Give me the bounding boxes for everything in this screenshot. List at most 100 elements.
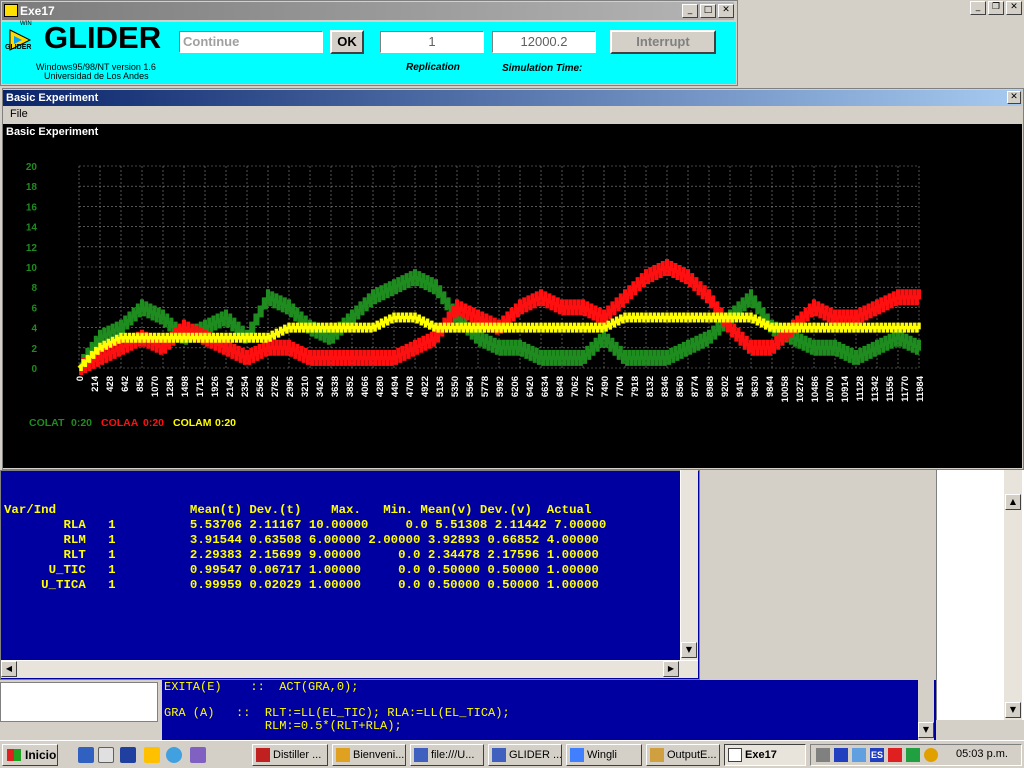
code-editor[interactable]: EXITA(E) :: ACT(GRA,0); GRA (A) :: RLT:=L… bbox=[164, 681, 510, 733]
antivirus-icon[interactable] bbox=[888, 748, 902, 762]
x-tick-label: 8346 bbox=[660, 376, 671, 397]
media-icon[interactable] bbox=[144, 747, 160, 763]
task-bienvenido[interactable]: Bienveni... bbox=[332, 744, 406, 766]
statistics-row: RLM 1 3.91544 0.63508 6.00000 2.00000 3.… bbox=[4, 533, 599, 547]
y-tick-label: 10 bbox=[26, 263, 38, 274]
network-icon[interactable] bbox=[852, 748, 866, 762]
minimize-button[interactable]: _ bbox=[970, 1, 986, 15]
task-distiller[interactable]: Distiller ... bbox=[252, 744, 328, 766]
replication-field: 1 bbox=[380, 31, 484, 53]
legend-label: COLAA bbox=[101, 417, 139, 429]
scroll-down-icon[interactable]: ▼ bbox=[1005, 702, 1021, 718]
y-tick-label: 2 bbox=[31, 344, 37, 355]
x-tick-label: 9416 bbox=[735, 376, 746, 397]
x-tick-label: 5778 bbox=[480, 376, 491, 397]
x-tick-label: 9202 bbox=[720, 376, 731, 397]
experiment-close-button[interactable]: ✕ bbox=[1007, 91, 1021, 104]
experiment-window-title: Basic Experiment bbox=[6, 92, 99, 104]
x-tick-label: 10486 bbox=[810, 376, 821, 402]
task-label: Distiller ... bbox=[273, 749, 322, 761]
task-glider[interactable]: GLIDER ... bbox=[488, 744, 562, 766]
scroll-down-icon[interactable]: ▼ bbox=[918, 722, 934, 738]
menu-file[interactable]: File bbox=[10, 108, 28, 120]
scroll-up-icon[interactable]: ▲ bbox=[1005, 494, 1021, 510]
close-button[interactable]: ✕ bbox=[1006, 1, 1022, 15]
statistics-table: Var/Ind Mean(t) Dev.(t) Max. Min. Mean(v… bbox=[4, 503, 684, 593]
continue-field[interactable]: Continue bbox=[179, 31, 323, 53]
task-label: Bienveni... bbox=[353, 749, 405, 761]
x-tick-label: 5136 bbox=[435, 376, 446, 397]
x-tick-label: 6634 bbox=[540, 375, 551, 397]
x-tick-label: 10058 bbox=[780, 376, 791, 402]
statistics-header: Var/Ind Mean(t) Dev.(t) Max. Min. Mean(v… bbox=[4, 503, 592, 517]
glider-minimize-button[interactable]: _ bbox=[682, 4, 698, 18]
background-scrollbar[interactable]: ▲ ▼ bbox=[1004, 470, 1022, 720]
x-tick-label: 2568 bbox=[255, 376, 266, 397]
desktop-icon[interactable] bbox=[98, 747, 114, 763]
x-tick-label: 428 bbox=[105, 376, 116, 392]
code-line: RLM:=0.5*(RLT+RLA); bbox=[164, 719, 402, 733]
y-tick-label: 8 bbox=[31, 283, 37, 294]
start-button[interactable]: Inicio bbox=[2, 744, 58, 766]
ok-button[interactable]: OK bbox=[330, 30, 364, 54]
y-tick-label: 14 bbox=[26, 223, 38, 234]
series-line-colaa bbox=[78, 259, 921, 375]
glider-quick-icon[interactable] bbox=[120, 747, 136, 763]
scroll-left-icon[interactable]: ◀ bbox=[1, 661, 17, 677]
simulation-time-label: Simulation Time: bbox=[502, 63, 583, 74]
glider-title-bar[interactable]: Exe17 bbox=[2, 2, 734, 20]
task-label: Wingli bbox=[587, 749, 617, 761]
x-tick-label: 6848 bbox=[555, 376, 566, 397]
task-exe17[interactable]: Exe17 bbox=[724, 744, 806, 766]
x-tick-label: 642 bbox=[120, 376, 131, 392]
acrobat-icon bbox=[256, 748, 270, 762]
interrupt-button[interactable]: Interrupt bbox=[610, 30, 716, 54]
task-file[interactable]: file:///U... bbox=[410, 744, 484, 766]
x-tick-label: 6420 bbox=[525, 376, 536, 397]
x-tick-label: 11770 bbox=[900, 376, 911, 402]
messenger-icon[interactable] bbox=[924, 748, 938, 762]
scroll-down-icon[interactable]: ▼ bbox=[681, 642, 697, 658]
experiment-title-bar[interactable]: Basic Experiment bbox=[3, 90, 1022, 106]
code-vertical-scrollbar[interactable]: ▼ bbox=[918, 470, 934, 740]
x-tick-label: 11128 bbox=[855, 376, 866, 401]
legend-label: COLAT bbox=[29, 417, 65, 429]
glider-window-title: Exe17 bbox=[20, 4, 55, 18]
experiment-chart: 0 2 4 6 8 10 12 14 16 18 20 0 214 428 642 856 1070 1284 14… bbox=[26, 162, 926, 429]
output-horizontal-scrollbar[interactable]: ◀ ▶ bbox=[1, 660, 698, 678]
scroll-right-icon[interactable]: ▶ bbox=[663, 661, 679, 677]
glider-icon bbox=[492, 748, 506, 762]
tools-icon[interactable] bbox=[190, 747, 206, 763]
start-label: Inicio bbox=[25, 748, 57, 762]
legend-label: COLAM bbox=[173, 417, 212, 429]
restore-button[interactable]: ❐ bbox=[988, 1, 1004, 15]
volume-icon[interactable] bbox=[816, 748, 830, 762]
ie-icon[interactable] bbox=[166, 747, 182, 763]
task-label: GLIDER ... bbox=[509, 749, 562, 761]
glider-logo-text: GLIDER bbox=[44, 20, 162, 55]
status-strip bbox=[0, 722, 162, 740]
task-label: Exe17 bbox=[745, 749, 777, 761]
x-tick-label: 5350 bbox=[450, 376, 461, 397]
x-tick-label: 11984 bbox=[915, 375, 926, 402]
task-output[interactable]: OutputE... bbox=[646, 744, 720, 766]
x-tick-label: 10914 bbox=[840, 375, 851, 402]
x-tick-label: 10700 bbox=[825, 376, 836, 402]
x-tick-label: 4066 bbox=[360, 376, 371, 397]
glider-close-button[interactable]: ✕ bbox=[718, 4, 734, 18]
document-icon bbox=[336, 748, 350, 762]
browser-icon[interactable] bbox=[78, 747, 94, 763]
output-vertical-scrollbar[interactable]: ▼ bbox=[680, 470, 698, 660]
statistics-row: U_TIC 1 0.99547 0.06717 1.00000 0.0 0.50… bbox=[4, 563, 599, 577]
x-tick-label: 8988 bbox=[705, 376, 716, 397]
x-tick-label: 2140 bbox=[225, 376, 236, 397]
code-line: EXITA(E) :: ACT(GRA,0); bbox=[164, 680, 359, 694]
language-indicator[interactable]: ES bbox=[870, 748, 884, 762]
y-tick-label: 6 bbox=[31, 303, 37, 314]
x-tick-label: 0 bbox=[75, 376, 86, 381]
update-icon[interactable] bbox=[906, 748, 920, 762]
task-wingli[interactable]: Wingli bbox=[566, 744, 642, 766]
glider-maximize-button[interactable]: □ bbox=[700, 4, 716, 18]
play-icon[interactable] bbox=[834, 748, 848, 762]
x-tick-label: 856 bbox=[135, 376, 146, 392]
